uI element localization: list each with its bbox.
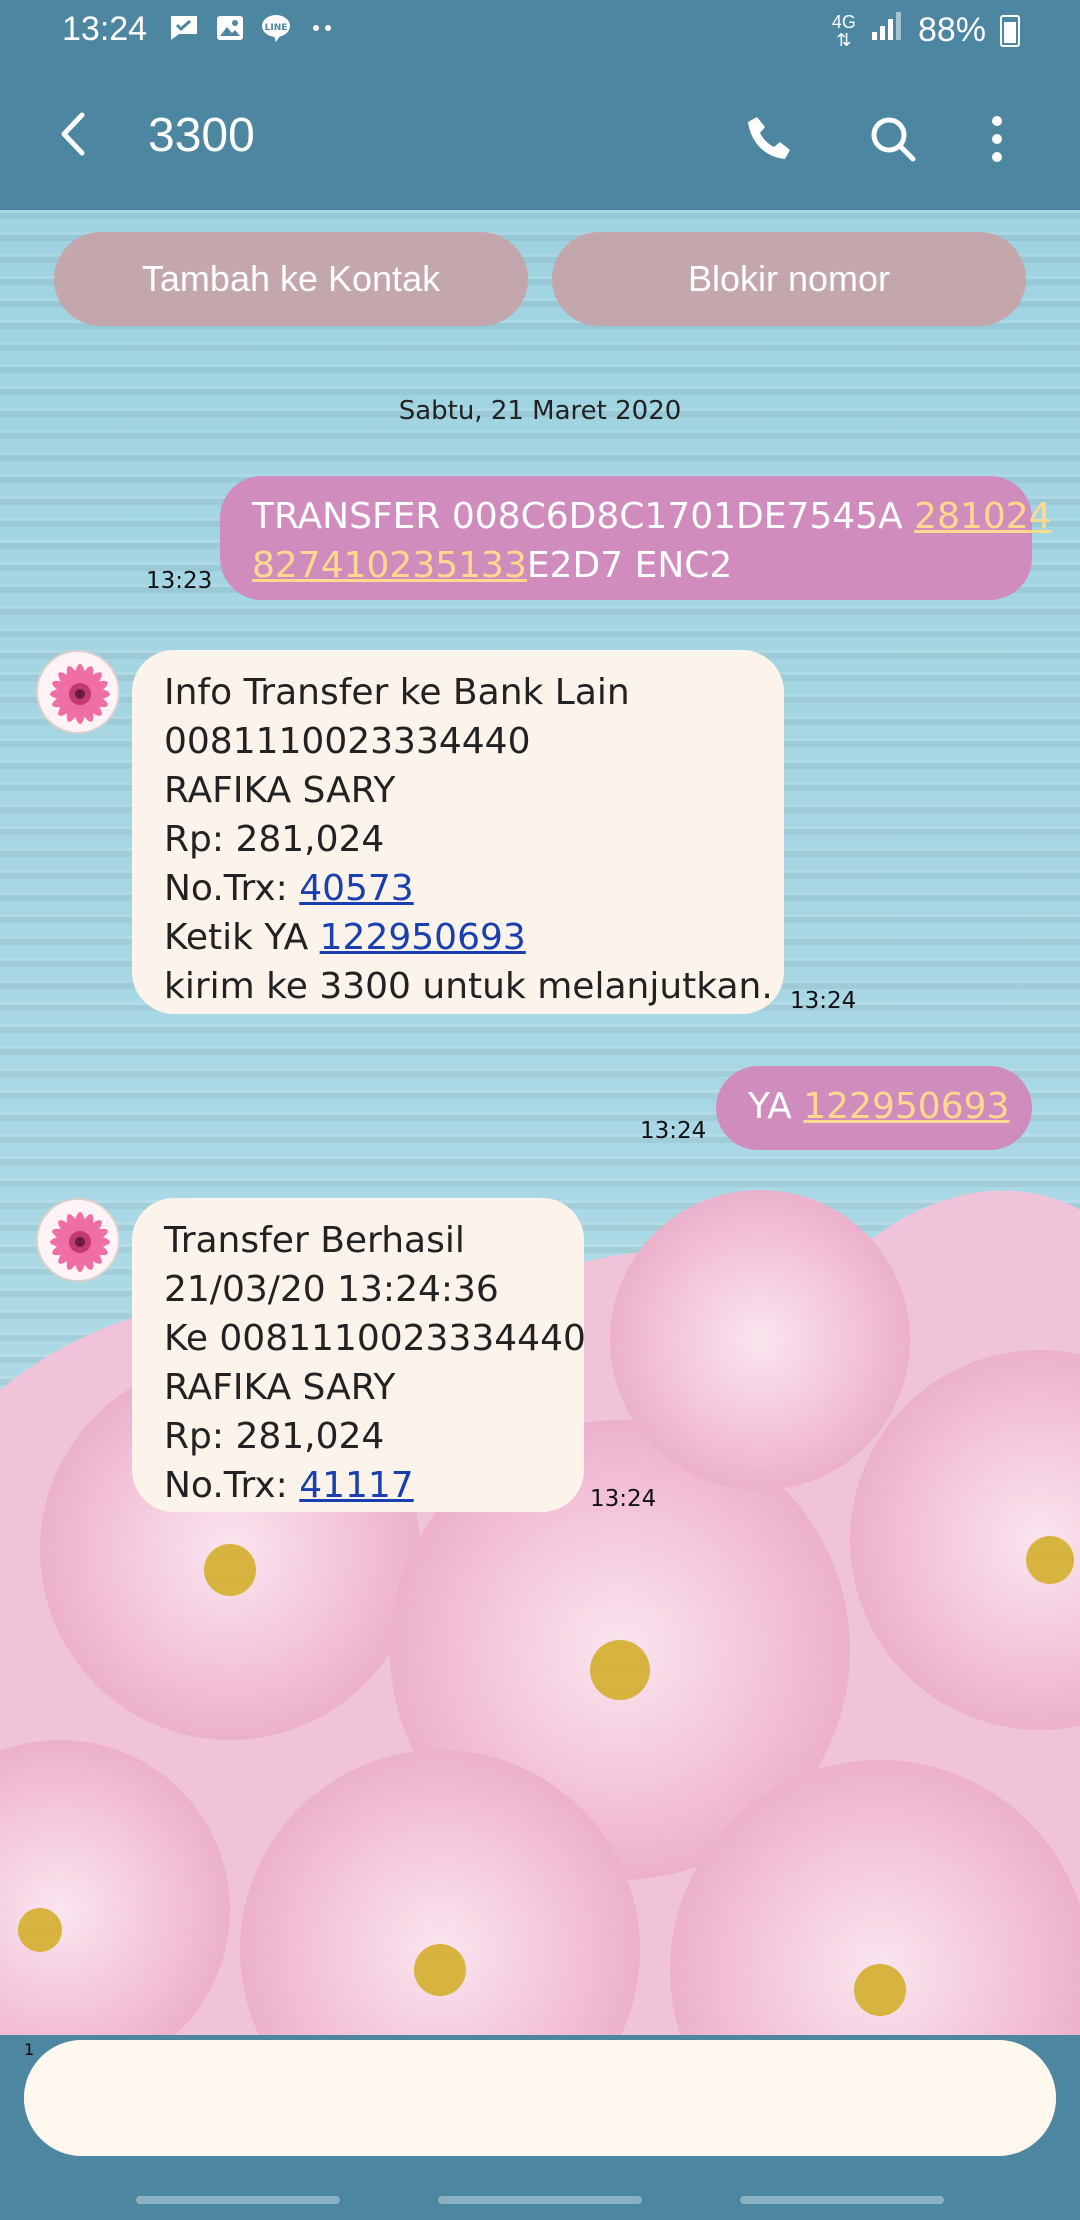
message-line: Rp: 281,024 xyxy=(164,1416,385,1457)
message-link[interactable]: 40573 xyxy=(299,868,414,909)
back-button[interactable] xyxy=(44,104,104,164)
nav-back-bar[interactable] xyxy=(740,2196,944,2204)
conversation-area[interactable]: Tambah ke Kontak Blokir nomor Sabtu, 21 … xyxy=(0,210,1080,2035)
message-line: No.Trx: 41117 xyxy=(164,1461,552,1510)
message-text: YA xyxy=(748,1086,804,1127)
add-to-contacts-button[interactable]: Tambah ke Kontak xyxy=(54,232,528,326)
message-line: 827410235133E2D7 ENC2 xyxy=(252,541,1000,590)
more-options-button[interactable] xyxy=(962,104,1032,174)
network-indicator: 4G ⇅ xyxy=(831,11,856,50)
message-line: kirim ke 3300 untuk melanjutkan. xyxy=(164,966,773,1007)
message-link[interactable]: 281024 xyxy=(914,496,1051,537)
messages-app: 13:24 LINE 4G ⇅ 88% 3300 Tambah ke Konta… xyxy=(0,0,1080,2220)
more-dots-icon xyxy=(306,12,338,44)
message-line: No.Trx: 40573 xyxy=(164,864,752,913)
sender-avatar[interactable] xyxy=(36,1198,120,1282)
message-line: TRANSFER 008C6D8C1701DE7545A 281024 xyxy=(252,492,1052,541)
message-line: Rp: 281,024 xyxy=(164,819,385,860)
block-number-button[interactable]: Blokir nomor xyxy=(552,232,1026,326)
line-icon: LINE xyxy=(260,12,292,44)
incoming-message[interactable]: Info Transfer ke Bank Lain 0081110023334… xyxy=(132,650,784,1014)
image-icon xyxy=(214,12,246,44)
message-link[interactable]: 41117 xyxy=(299,1465,414,1506)
message-time: 13:24 xyxy=(790,988,857,1014)
sender-avatar[interactable] xyxy=(36,650,120,734)
message-line: Transfer Berhasil xyxy=(164,1220,465,1261)
svg-text:LINE: LINE xyxy=(265,23,288,33)
message-text: E2D7 ENC2 xyxy=(526,545,733,586)
message-link[interactable]: 122950693 xyxy=(803,1086,1009,1127)
message-line: RAFIKA SARY xyxy=(164,1367,396,1408)
conversation-title: 3300 xyxy=(148,109,255,162)
top-bar: 13:24 LINE 4G ⇅ 88% 3300 xyxy=(0,0,1080,210)
conversation-header: 3300 xyxy=(0,90,1080,190)
battery-text: 88% xyxy=(917,11,986,49)
message-link[interactable]: 827410235133 xyxy=(252,545,527,586)
signal-icon xyxy=(870,10,904,51)
message-text: No.Trx: xyxy=(164,868,300,909)
message-time: 13:23 xyxy=(146,568,213,594)
voice-badge: 1 xyxy=(24,2040,1056,2156)
incoming-message[interactable]: Transfer Berhasil 21/03/20 13:24:36 Ke 0… xyxy=(132,1198,586,1512)
nav-home-bar[interactable] xyxy=(438,2196,642,2204)
message-line: RAFIKA SARY xyxy=(164,770,396,811)
message-line: 21/03/20 13:24:36 xyxy=(164,1269,499,1310)
search-icon xyxy=(871,117,916,162)
search-button[interactable] xyxy=(858,104,928,174)
message-line: Ketik YA 122950693 xyxy=(164,913,752,962)
message-link[interactable]: 122950693 xyxy=(320,917,526,958)
outgoing-message[interactable]: TRANSFER 008C6D8C1701DE7545A 281024 8274… xyxy=(220,476,1052,600)
message-line: Info Transfer ke Bank Lain xyxy=(164,672,630,713)
message-text: No.Trx: xyxy=(164,1465,300,1506)
flower-avatar-icon xyxy=(50,664,110,724)
message-line: 0081110023334440 xyxy=(164,721,531,762)
battery-icon xyxy=(1000,14,1020,47)
message-text: TRANSFER 008C6D8C1701DE7545A xyxy=(252,496,915,537)
more-vert-icon xyxy=(992,116,1002,162)
network-type: 4G xyxy=(831,11,856,32)
status-time: 13:24 xyxy=(62,10,148,48)
notification-icons: LINE xyxy=(168,12,338,44)
status-bar: 13:24 LINE 4G ⇅ 88% xyxy=(0,0,1080,64)
nav-recent-bar[interactable] xyxy=(136,2196,340,2204)
phone-icon xyxy=(748,117,790,159)
date-divider: Sabtu, 21 Maret 2020 xyxy=(398,396,682,426)
flower-avatar-icon xyxy=(50,1212,110,1272)
message-time: 13:24 xyxy=(640,1118,707,1144)
message-time: 13:24 xyxy=(590,1486,657,1512)
status-right: 4G ⇅ 88% xyxy=(832,10,1020,51)
message-icon xyxy=(168,12,200,44)
message-text: Ketik YA xyxy=(164,917,320,958)
message-line: Ke 0081110023334440 xyxy=(164,1318,586,1359)
back-icon xyxy=(61,112,85,156)
message-line: YA 122950693 xyxy=(748,1082,1009,1131)
outgoing-message[interactable]: YA 122950693 xyxy=(716,1066,1032,1150)
call-button[interactable] xyxy=(734,104,804,174)
